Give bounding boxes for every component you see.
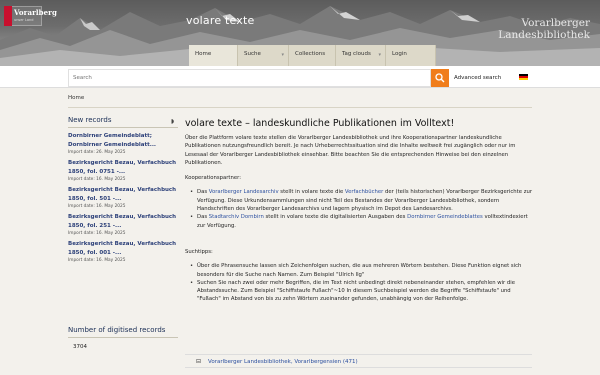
record-date: Import date: 16. May 2025	[68, 177, 126, 182]
record-title[interactable]: Bezirksgericht Bezau, Verfachbuch 1850, …	[68, 240, 178, 257]
tab-label: Tag clouds	[342, 51, 371, 57]
intro-text: Über die Plattform volare texte stellen …	[185, 135, 516, 166]
list-item: Das Stadtarchiv Dornbirn stellt in volar…	[185, 213, 533, 230]
record-title[interactable]: Bezirksgericht Bezau, Verfachbuch 1850, …	[68, 159, 178, 176]
record-count-value: 3704	[73, 344, 87, 350]
german-flag-icon[interactable]	[519, 74, 528, 80]
search-input[interactable]	[69, 70, 409, 86]
search-tips-list: Über die Phrasensuche lassen sich Zeiche…	[185, 262, 533, 303]
partners-list: Das Vorarlberger Landesarchiv stellt in …	[185, 188, 533, 229]
logo-subtext: unser Land	[14, 18, 34, 22]
search-button[interactable]	[431, 69, 449, 87]
divider	[68, 107, 532, 108]
record-title[interactable]: Bezirksgericht Bezau, Verfachbuch 1850, …	[68, 186, 178, 203]
page-title: volare texte – landeskundliche Publikati…	[185, 118, 455, 129]
tab-label: Suche	[244, 51, 261, 57]
collection-link[interactable]: Vorarlberger Landesbibliothek, Vorarlber…	[208, 359, 358, 365]
record-count-title: Number of digitised records	[68, 326, 166, 334]
record-date: Import date: 16. May 2025	[68, 231, 126, 236]
list-item[interactable]: Bezirksgericht Bezau, Verfachbuch 1850, …	[68, 159, 178, 182]
expand-icon[interactable]: ⊟	[196, 358, 201, 365]
record-date: Import date: 26. May 2025	[68, 150, 126, 155]
chevron-down-icon: ▾	[281, 52, 284, 58]
chevron-down-icon: ▾	[378, 52, 381, 58]
list-item[interactable]: Bezirksgericht Bezau, Verfachbuch 1850, …	[68, 240, 178, 263]
library-name: Vorarlberger Landesbibliothek	[498, 17, 590, 41]
divider	[68, 127, 178, 128]
list-item: Suchen Sie nach zwei oder mehr Begriffen…	[185, 279, 533, 304]
tab-tag-clouds[interactable]: Tag clouds ▾	[336, 45, 386, 66]
main-nav: Home Suche ▾ Collections Tag clouds ▾ Logi…	[189, 45, 436, 66]
text: Das	[197, 214, 209, 221]
landesarchiv-link[interactable]: Vorarlberger Landesarchiv	[209, 189, 279, 195]
vorarlberg-logo[interactable]: Vorarlberg unser Land	[4, 6, 57, 28]
list-item: Über die Phrasensuche lassen sich Zeiche…	[185, 262, 533, 279]
text: Das	[197, 189, 209, 196]
search-tips-label: Suchtipps:	[185, 248, 213, 255]
logo-flag-icon	[4, 6, 12, 26]
tab-label: Home	[195, 51, 212, 57]
rss-icon[interactable]: ◗	[171, 118, 174, 125]
search-box	[68, 69, 431, 87]
library-name-line1: Vorarlberger	[521, 17, 590, 29]
main-content: volare texte – landeskundliche Publikati…	[185, 118, 533, 304]
list-item: Das Vorarlberger Landesarchiv stellt in …	[185, 188, 533, 213]
list-item[interactable]: Dornbirner Gemeindeblatt; Dornbirner Gem…	[68, 132, 178, 155]
partners-label: Kooperationspartner:	[185, 175, 241, 182]
new-records-panel: New records ◗ Dornbirner Gemeindeblatt; …	[68, 116, 178, 263]
text: stellt in volare texte die	[278, 189, 345, 196]
search-bar: Advanced search	[0, 66, 600, 88]
tab-suche[interactable]: Suche ▾	[238, 45, 289, 66]
tab-home[interactable]: Home	[189, 45, 238, 66]
tab-login[interactable]: Login	[386, 45, 436, 66]
new-records-title: New records	[68, 116, 112, 124]
list-item[interactable]: Bezirksgericht Bezau, Verfachbuch 1850, …	[68, 213, 178, 236]
tab-label: Login	[392, 51, 407, 57]
tab-label: Collections	[295, 51, 326, 57]
library-name-line2: Landesbibliothek	[498, 29, 590, 41]
site-title[interactable]: volare texte	[186, 14, 254, 27]
tab-collections[interactable]: Collections	[289, 45, 336, 66]
stadtarchiv-link[interactable]: Stadtarchiv Dornbirn	[209, 214, 264, 220]
record-title[interactable]: Dornbirner Gemeindeblatt; Dornbirner Gem…	[68, 132, 178, 149]
verfachbuecher-link[interactable]: Verfachbücher	[345, 189, 383, 195]
logo-text: Vorarlberg	[14, 8, 57, 17]
divider	[68, 337, 178, 338]
record-title[interactable]: Bezirksgericht Bezau, Verfachbuch 1850, …	[68, 213, 178, 230]
breadcrumb[interactable]: Home	[68, 95, 84, 101]
advanced-search-link[interactable]: Advanced search	[454, 75, 501, 81]
record-date: Import date: 16. May 2025	[68, 204, 126, 209]
record-date: Import date: 16. May 2025	[68, 258, 126, 263]
collection-row[interactable]: ⊟ Vorarlberger Landesbibliothek, Vorarlb…	[185, 354, 532, 368]
gemeindeblatt-link[interactable]: Dornbirner Gemeindeblattes	[407, 214, 483, 220]
search-icon	[435, 73, 445, 83]
list-item[interactable]: Bezirksgericht Bezau, Verfachbuch 1850, …	[68, 186, 178, 209]
text: stellt in volare texte die digitalisiert…	[263, 214, 408, 221]
